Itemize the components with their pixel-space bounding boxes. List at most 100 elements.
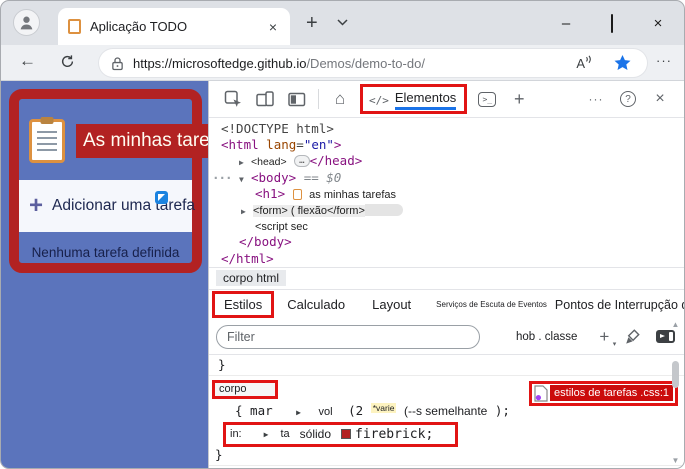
device-emulation-button[interactable]: [252, 86, 278, 112]
collapsed-content-pill: [364, 203, 403, 216]
dom-line-head[interactable]: ▶ <head> … </head>: [209, 153, 684, 169]
doctype-text: <!DOCTYPE html>: [221, 121, 334, 136]
body-close: </body>: [239, 234, 292, 250]
help-icon: ?: [620, 91, 636, 107]
scroll-up-icon[interactable]: ▲: [672, 320, 680, 329]
dom-line-doctype[interactable]: <!DOCTYPE html>: [209, 121, 684, 137]
refresh-button[interactable]: [60, 54, 75, 69]
add-plus-icon: +: [29, 192, 44, 219]
read-aloud-label: A: [576, 55, 585, 71]
brush-icon: [626, 328, 641, 344]
devtools-help-button[interactable]: ?: [615, 86, 641, 112]
prop-token: (2: [348, 402, 364, 418]
dom-line-script[interactable]: <script sec: [209, 218, 684, 234]
tab-layout[interactable]: Layout: [372, 297, 411, 312]
dock-left-icon: [288, 92, 306, 106]
stylesheet-link[interactable]: estilos de tarefas .css:1: [529, 380, 678, 406]
tab-dom-breakpoints[interactable]: Pontos de Interrupção do DOM: [555, 298, 684, 312]
dom-line-html-close[interactable]: </html>: [209, 251, 684, 267]
equals: =: [296, 137, 304, 153]
read-aloud-waves-icon: [586, 54, 591, 63]
inspect-element-button[interactable]: [220, 86, 246, 112]
node-menu-dots-icon[interactable]: ···: [212, 170, 233, 186]
add-devtools-tab-button[interactable]: +: [506, 86, 532, 112]
color-swatch-firebrick[interactable]: [341, 429, 351, 440]
lock-icon: [112, 56, 123, 70]
styles-pane: } corpo estilos de tarefas .css:1 { mar …: [209, 355, 684, 468]
window-close-button[interactable]: ×: [650, 15, 666, 32]
scrollbar-thumb[interactable]: [672, 361, 679, 388]
prop-token: vol: [318, 405, 333, 418]
dom-line-body[interactable]: ··· ▼ <body> == $0: [209, 170, 684, 186]
prop-value-firebrick: firebrick;: [355, 426, 434, 442]
tab-strip: Aplicação TODO × + – ×: [1, 1, 684, 45]
style-filter-input[interactable]: [216, 324, 480, 349]
profile-avatar[interactable]: [13, 9, 40, 36]
html-tag: <html: [221, 137, 259, 153]
clipboard-tiny-icon: [292, 188, 302, 200]
scroll-down-icon[interactable]: ▼: [672, 456, 680, 465]
rule-divider: [209, 464, 684, 466]
tab-console-drawer[interactable]: >_: [474, 86, 500, 112]
browser-window: Aplicação TODO × + – × ← https://microso…: [0, 0, 685, 469]
address-bar[interactable]: https://microsoftedge.github.io/Demos/de…: [99, 49, 647, 77]
dom-line-body-close[interactable]: </body>: [209, 234, 684, 250]
devtools-toolbar: ⌂ </> Elementos >_ + ··· ? ×: [209, 81, 684, 118]
hov-cls-toggle[interactable]: hob . classe: [516, 331, 577, 343]
browser-menu-button[interactable]: ···: [656, 53, 672, 68]
new-tab-button[interactable]: +: [306, 12, 318, 35]
tab-list-chevron-down-icon[interactable]: [337, 19, 348, 26]
dom-line-html-open[interactable]: <html lang="en">: [209, 137, 684, 153]
rule-close-brace: }: [215, 446, 223, 462]
tab-close-icon[interactable]: ×: [266, 19, 280, 35]
devtools-close-button[interactable]: ×: [647, 86, 673, 112]
h1-text: as minhas tarefas: [309, 188, 396, 201]
dom-line-form[interactable]: ▶ <form> ( flexão</form>: [209, 202, 684, 218]
var-tooltip-token: *varie: [370, 402, 397, 413]
devtools-panel: ⌂ </> Elementos >_ + ··· ? × <!DOCTYPE h…: [208, 81, 684, 468]
read-aloud-button[interactable]: A: [576, 54, 592, 71]
rule-selector[interactable]: corpo: [212, 379, 278, 399]
tab-elements[interactable]: </> Elementos: [360, 84, 468, 114]
person-icon: [20, 16, 33, 30]
element-state-button[interactable]: [625, 328, 641, 345]
style-rule-corpo: corpo estilos de tarefas .css:1 { mar ▶ …: [209, 378, 684, 463]
prop-token: sólido: [299, 427, 331, 442]
devtools-menu-button[interactable]: ···: [583, 86, 609, 112]
plus-icon: +: [599, 326, 610, 346]
expand-triangle-icon[interactable]: ▶: [264, 430, 269, 439]
inspect-cursor-icon: [224, 90, 241, 107]
add-task-label: Adicionar uma tarefa: [52, 197, 196, 214]
breadcrumb[interactable]: corpo html: [216, 270, 287, 287]
add-task-button[interactable]: + Adicionar uma tarefa: [19, 180, 196, 232]
devtools-home-button[interactable]: ⌂: [327, 86, 353, 112]
tab-computed[interactable]: Calculado: [287, 297, 345, 312]
app-title: As minhas tarefas: [76, 124, 208, 158]
console-icon: >_: [478, 91, 497, 107]
url-host: https://microsoftedge.github.io: [133, 55, 307, 71]
tab-event-listeners[interactable]: Serviços de Escuta de Eventos: [436, 300, 547, 309]
styles-scrollbar[interactable]: ▲ ▼: [669, 320, 682, 465]
stylesheet-file-icon: [534, 385, 548, 402]
styles-filter-row: hob . classe +▾: [209, 320, 684, 355]
expand-triangle-icon[interactable]: ▶: [296, 408, 301, 417]
selected-node-flag: == $0: [303, 169, 342, 185]
new-style-rule-button[interactable]: + ▾: [599, 326, 616, 348]
empty-state-text: Nenhuma tarefa definida: [31, 245, 180, 260]
dom-line-h1[interactable]: <h1> as minhas tarefas: [209, 186, 684, 202]
maximize-button[interactable]: [604, 13, 620, 33]
browser-tab[interactable]: Aplicação TODO ×: [58, 8, 290, 45]
window-controls: – ×: [558, 1, 676, 45]
ellipsis-pill[interactable]: …: [294, 155, 310, 168]
tab-styles[interactable]: Estilos: [212, 291, 275, 319]
todo-app-page: As minhas tarefas + Adicionar uma tarefa…: [1, 81, 208, 468]
url-text[interactable]: https://microsoftedge.github.io/Demos/de…: [133, 56, 576, 71]
app-firebrick-border: As minhas tarefas + Adicionar uma tarefa…: [9, 89, 208, 273]
dock-side-button[interactable]: [284, 86, 310, 112]
minimize-button[interactable]: –: [558, 15, 574, 32]
css-property-border[interactable]: in: ▶ ta sólido firebrick;: [223, 421, 458, 447]
prop-token: ta: [280, 428, 290, 441]
app-heading-row: As minhas tarefas: [29, 119, 208, 163]
back-button[interactable]: ←: [19, 51, 36, 71]
favorite-star-icon[interactable]: [614, 55, 631, 71]
